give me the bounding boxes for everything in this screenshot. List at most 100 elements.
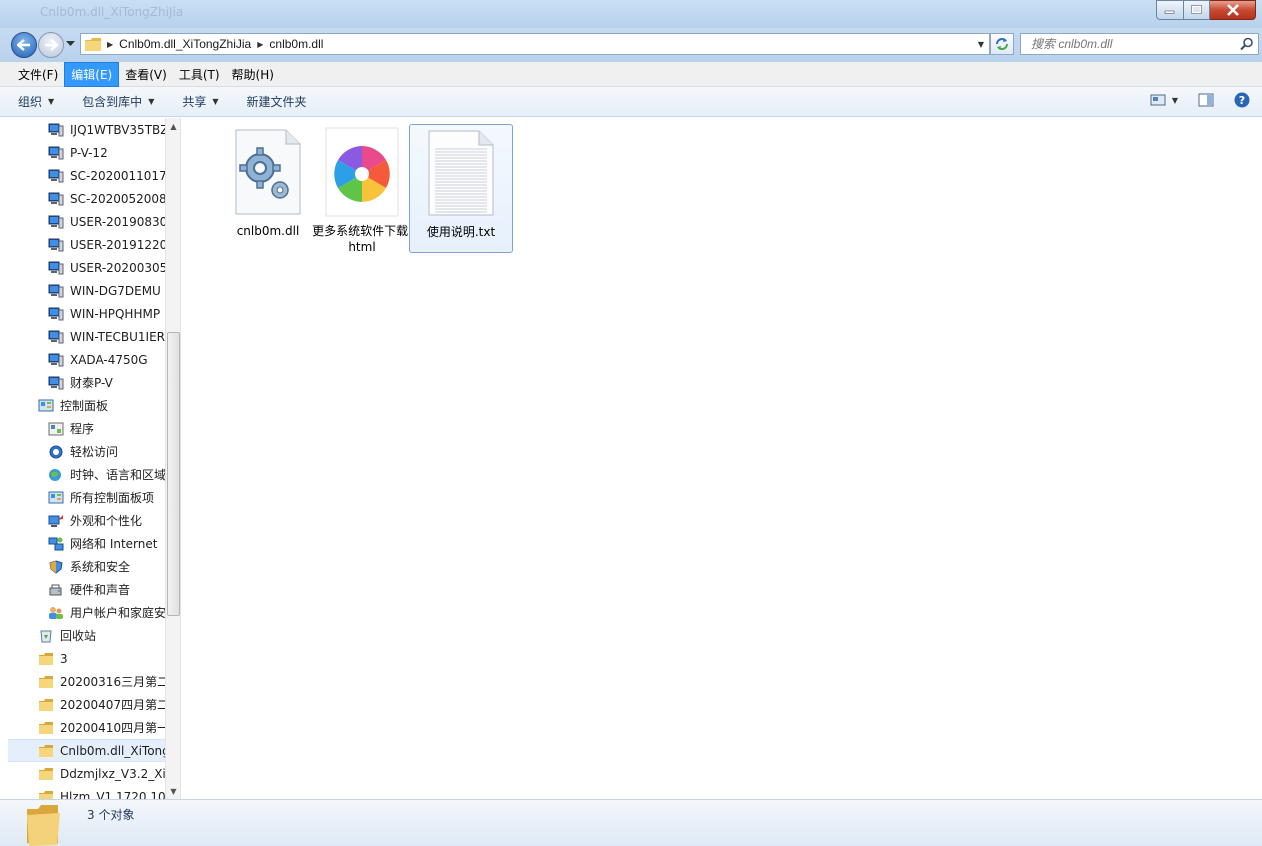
new-folder-button[interactable]: 新建文件夹	[247, 93, 307, 110]
address-row: ▶ Cnlb0m.dll_XiTongZhiJia ▶ cnlb0m.dll ▼	[0, 28, 1262, 62]
back-button[interactable]	[11, 32, 37, 58]
file-view[interactable]: cnlb0m.dll 更多系统软件下载.html 使用说明.txt	[182, 118, 1262, 799]
nav-item[interactable]: WIN-TECBU1IER	[8, 325, 165, 348]
file-item[interactable]: 更多系统软件下载.html	[310, 124, 414, 254]
forward-button[interactable]	[38, 32, 64, 58]
breadcrumb-separator-icon[interactable]: ▶	[257, 40, 263, 49]
breadcrumb-item[interactable]: Cnlb0m.dll_XiTongZhiJia	[119, 37, 251, 51]
nav-item[interactable]: P-V-12	[8, 141, 165, 164]
share-button[interactable]: 共享 ▼	[182, 93, 218, 110]
nav-item[interactable]: 所有控制面板项	[8, 486, 165, 509]
appearance-icon	[48, 514, 64, 528]
nav-item[interactable]: SC-20200520083	[8, 187, 165, 210]
close-button[interactable]	[1210, 0, 1256, 20]
nav-item[interactable]: Hlzm_V1.1720.108	[8, 785, 165, 799]
include-library-label: 包含到库中	[82, 95, 143, 109]
history-dropdown-icon[interactable]	[66, 41, 75, 47]
menu-tools[interactable]: 工具(T)	[173, 63, 226, 86]
nav-item[interactable]: Cnlb0m.dll_XiTong	[8, 739, 165, 762]
scroll-thumb[interactable]	[167, 332, 180, 616]
network-icon	[48, 537, 64, 551]
search-icon[interactable]	[1240, 37, 1254, 51]
nav-item-label: USER-20191220I	[70, 237, 165, 252]
scroll-up-icon[interactable]: ▲	[166, 118, 180, 134]
folder-icon	[38, 767, 54, 781]
nav-item-label: 用户帐户和家庭安	[70, 606, 165, 620]
nav-item[interactable]: 20200410四月第一	[8, 716, 165, 739]
recycle-bin-icon	[38, 629, 54, 643]
computer-icon	[48, 261, 64, 275]
nav-item[interactable]: WIN-HPQHHMP	[8, 302, 165, 325]
nav-item[interactable]: 用户帐户和家庭安	[8, 601, 165, 624]
nav-item[interactable]: USER-20200305I	[8, 256, 165, 279]
nav-item[interactable]: Ddzmjlxz_V3.2_XiT	[8, 762, 165, 785]
computer-icon	[48, 353, 64, 367]
nav-item-label: WIN-HPQHHMP	[70, 306, 161, 321]
window-controls	[1156, 0, 1256, 20]
clock-language-icon	[48, 468, 64, 482]
nav-item-label: XADA-4750G	[70, 352, 148, 367]
svg-text:?: ?	[1239, 94, 1245, 107]
text-file-icon	[423, 127, 499, 219]
refresh-button[interactable]	[990, 33, 1014, 55]
share-label: 共享	[182, 95, 207, 109]
folder-icon	[38, 744, 54, 758]
nav-item[interactable]: 20200407四月第二	[8, 693, 165, 716]
nav-item-label: IJQ1WTBV35TBZ	[70, 122, 165, 137]
nav-item-label: 所有控制面板项	[70, 491, 155, 505]
address-dropdown-icon[interactable]: ▼	[978, 40, 984, 49]
nav-item-label: P-V-12	[70, 145, 108, 160]
minimize-button[interactable]	[1156, 0, 1184, 20]
address-bar[interactable]: ▶ Cnlb0m.dll_XiTongZhiJia ▶ cnlb0m.dll ▼	[80, 33, 990, 55]
organize-button[interactable]: 组织 ▼	[18, 93, 54, 110]
nav-item[interactable]: USER-20190830I	[8, 210, 165, 233]
nav-item[interactable]: 系统和安全	[8, 555, 165, 578]
menu-edit[interactable]: 编辑(E)	[64, 61, 120, 87]
nav-item[interactable]: 外观和个性化	[8, 509, 165, 532]
nav-scrollbar[interactable]: ▲ ▼	[165, 118, 180, 799]
file-item[interactable]: 使用说明.txt	[409, 124, 513, 253]
status-bar: 3 个对象	[0, 799, 1262, 846]
nav-item[interactable]: 20200316三月第二	[8, 670, 165, 693]
preview-pane-icon[interactable]	[1198, 93, 1214, 107]
nav-item[interactable]: 网络和 Internet	[8, 532, 165, 555]
scroll-down-icon[interactable]: ▼	[166, 783, 180, 799]
nav-item[interactable]: 回收站	[8, 624, 165, 647]
search-input[interactable]	[1021, 34, 1231, 54]
menu-help[interactable]: 帮助(H)	[226, 63, 280, 86]
computer-icon	[48, 169, 64, 183]
view-dropdown-icon[interactable]: ▼	[1172, 96, 1178, 105]
nav-item[interactable]: IJQ1WTBV35TBZ	[8, 118, 165, 141]
computer-icon	[48, 330, 64, 344]
nav-item-label: Cnlb0m.dll_XiTong	[60, 743, 165, 758]
computer-icon	[48, 284, 64, 298]
breadcrumb-item[interactable]: cnlb0m.dll	[269, 37, 323, 51]
nav-item[interactable]: SC-20200110174	[8, 164, 165, 187]
browser-html-icon	[324, 126, 400, 218]
help-icon[interactable]: ?	[1234, 92, 1250, 108]
chevron-down-icon: ▼	[212, 97, 219, 106]
nav-item[interactable]: 财泰P-V	[8, 371, 165, 394]
computer-icon	[48, 192, 64, 206]
view-options-icon[interactable]	[1150, 93, 1166, 107]
nav-item[interactable]: 轻松访问	[8, 440, 165, 463]
maximize-button[interactable]	[1184, 0, 1210, 20]
nav-item[interactable]: USER-20191220I	[8, 233, 165, 256]
breadcrumb-separator-icon[interactable]: ▶	[107, 40, 113, 49]
nav-item[interactable]: 硬件和声音	[8, 578, 165, 601]
computer-icon	[48, 215, 64, 229]
search-box[interactable]	[1020, 33, 1259, 55]
nav-item[interactable]: 控制面板	[8, 394, 165, 417]
nav-item-label: 20200410四月第一	[60, 721, 165, 735]
navigation-pane[interactable]: IJQ1WTBV35TBZ P-V-12 SC-20200110174 SC-2020…	[8, 118, 181, 799]
nav-item[interactable]: XADA-4750G	[8, 348, 165, 371]
nav-item[interactable]: 程序	[8, 417, 165, 440]
menu-file[interactable]: 文件(F)	[12, 63, 64, 86]
file-item[interactable]: cnlb0m.dll	[216, 124, 320, 253]
arrow-left-icon	[17, 39, 30, 51]
include-in-library-button[interactable]: 包含到库中 ▼	[82, 93, 154, 110]
nav-item[interactable]: WIN-DG7DEMU	[8, 279, 165, 302]
nav-item[interactable]: 时钟、语言和区域	[8, 463, 165, 486]
menu-view[interactable]: 查看(V)	[119, 63, 173, 86]
nav-item[interactable]: 3	[8, 647, 165, 670]
